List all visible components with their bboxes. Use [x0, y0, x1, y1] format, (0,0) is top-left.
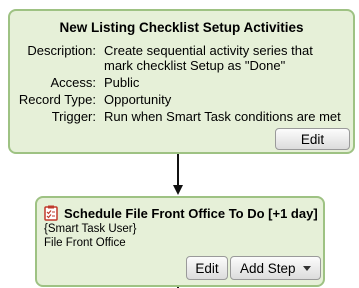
card-title: New Listing Checklist Setup Activities [59, 20, 304, 35]
trigger-label: Trigger: [51, 109, 96, 124]
edit-step-button[interactable]: Edit [186, 256, 228, 280]
access-label: Access: [50, 75, 96, 90]
checklist-icon [44, 205, 58, 221]
step-title-text: Schedule File Front Office To Do [+1 day… [64, 205, 318, 221]
trigger-value: Run when Smart Task conditions are met [104, 109, 341, 124]
details-grid: Description: Create sequential activity … [10, 43, 353, 124]
activity-series-card: New Listing Checklist Setup Activities D… [8, 9, 355, 154]
add-step-button[interactable]: Add Step [230, 256, 321, 280]
step-title: Schedule File Front Office To Do [+1 day… [44, 205, 318, 221]
arrow-head-icon [173, 185, 183, 195]
connector-line [177, 154, 179, 187]
step-card: Schedule File Front Office To Do [+1 day… [35, 196, 325, 287]
access-value: Public [104, 75, 140, 90]
description-value: Create sequential activity series that m… [104, 43, 313, 73]
step-assignee: {Smart Task User} [44, 223, 137, 235]
step-task-name: File Front Office [44, 237, 126, 249]
description-label: Description: [27, 43, 96, 58]
record-type-value: Opportunity [104, 92, 172, 107]
record-type-label: Record Type: [18, 92, 96, 107]
add-step-label: Add Step [240, 260, 296, 276]
edit-series-button[interactable]: Edit [275, 128, 350, 150]
chevron-down-icon [303, 266, 311, 271]
